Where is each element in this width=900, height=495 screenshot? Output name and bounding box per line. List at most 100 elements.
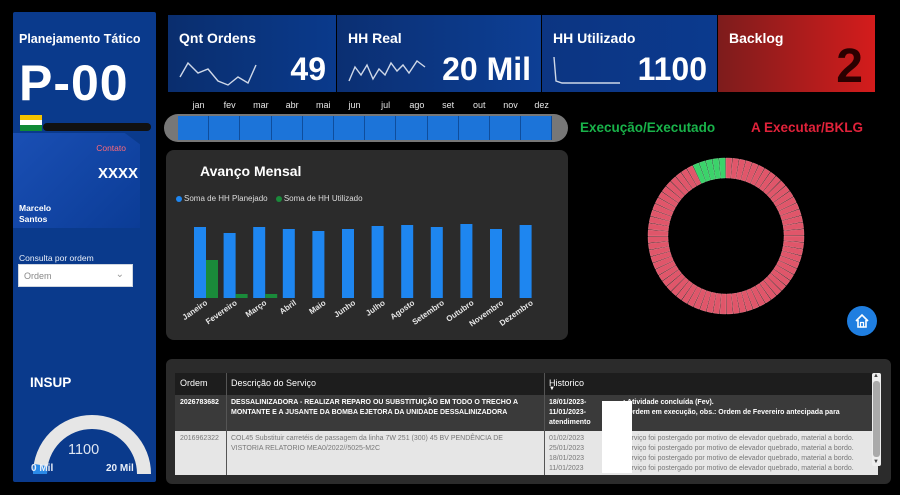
table-scrollbar[interactable]: ▲ ▼ <box>872 373 881 466</box>
month-cell-dez[interactable] <box>521 116 553 140</box>
sparkline-icon <box>348 59 426 82</box>
x-tick-label: Maio <box>307 298 327 316</box>
donut-segment-backlog <box>719 293 727 315</box>
bar-used <box>265 294 278 298</box>
logo-strip <box>43 123 151 131</box>
bar-planned <box>342 229 354 298</box>
gauge-value: 1100 <box>68 442 100 458</box>
contact-value: XXXX <box>97 165 138 182</box>
kpi-orders-card: Qnt Ordens 49 <box>168 15 336 92</box>
insup-label: INSUP <box>30 375 72 390</box>
query-label: Consulta por ordem <box>19 253 94 263</box>
contact-last-name: Santos <box>19 214 48 224</box>
month-cell-mar[interactable] <box>240 116 272 140</box>
bar-used <box>206 260 218 298</box>
month-cell-jun[interactable] <box>334 116 366 140</box>
month-cell-set[interactable] <box>427 116 459 140</box>
month-label-nov: nov <box>503 100 518 110</box>
flag-icon <box>20 115 42 131</box>
donut-segment-backlog <box>783 235 805 243</box>
month-cell-mai[interactable] <box>302 116 334 140</box>
x-tick-label: Junho <box>332 298 357 319</box>
donut-segment-backlog <box>647 229 669 237</box>
month-label-jun: jun <box>348 100 361 110</box>
table-row[interactable]: 2016962322 COL45 Substituir carretéis de… <box>175 431 878 475</box>
cell-descricao-l2: VISTORIA RELATORIO MEA0/2022//5025-M2C <box>231 445 381 452</box>
month-label-mar: mar <box>253 100 269 110</box>
month-cell-ago[interactable] <box>396 116 428 140</box>
x-tick-label: Setembro <box>411 298 446 327</box>
cell-hist-date: 11/01/2023- <box>549 409 586 416</box>
kpi-hh-real-value: 20 Mil <box>442 51 531 87</box>
col-header-ordem[interactable]: Ordem <box>180 378 208 388</box>
cell-hist-date: 01/02/2023 <box>549 435 585 442</box>
kpi-orders-title: Qnt Ordens <box>179 30 257 46</box>
month-label-out: out <box>473 100 486 110</box>
kpi-hh-used-title: HH Utilizado <box>553 30 636 46</box>
scroll-thumb[interactable] <box>873 381 880 457</box>
x-tick-label: Julho <box>364 298 387 318</box>
bar-planned <box>460 224 473 298</box>
cell-hist-text: Serviço foi postergado por motivo de ele… <box>623 465 854 472</box>
monthly-progress-chart: Avanço Mensal Soma de HH Planejado Soma … <box>166 150 568 340</box>
x-tick-label: Fevereiro <box>204 298 239 326</box>
cell-hist-text: Serviço foi postergado por motivo de ele… <box>623 435 854 442</box>
month-label-jul: jul <box>381 100 391 110</box>
month-cell-jul[interactable] <box>365 116 397 140</box>
bar-planned <box>282 229 295 298</box>
x-tick-label: Março <box>244 298 269 319</box>
table-row[interactable]: 2026783682 DESSALINIZADORA - REALIZAR RE… <box>175 395 878 431</box>
donut-label-backlog: A Executar/BKLG <box>751 120 864 135</box>
execution-donut <box>647 157 805 315</box>
month-cell-jan[interactable] <box>178 116 210 140</box>
kpi-orders-value: 49 <box>290 51 326 87</box>
column-divider <box>544 373 545 475</box>
donut-segment-backlog <box>725 157 733 179</box>
cell-hist-date: 18/01/2023 <box>549 455 585 462</box>
bar-planned <box>430 227 443 298</box>
kpi-hh-real-card: HH Real 20 Mil <box>337 15 541 92</box>
x-tick-label: Dezembro <box>498 298 535 328</box>
month-cell-fev[interactable] <box>209 116 241 140</box>
order-query-select[interactable]: Ordem ⌄ <box>18 264 133 287</box>
bar-planned <box>194 227 206 298</box>
contact-card: Contato XXXX Marcelo Santos <box>13 133 140 228</box>
donut-label-executed: Execução/Executado <box>580 120 716 135</box>
cell-hist-text: Serviço foi postergado por motivo de ele… <box>623 445 854 452</box>
contact-first-name: Marcelo <box>19 203 52 213</box>
bar-planned <box>401 225 414 298</box>
cell-hist-date: 11/01/2023 <box>549 465 584 472</box>
kpi-hh-real-title: HH Real <box>348 30 402 46</box>
month-slicer[interactable] <box>164 114 568 142</box>
bar-planned <box>253 227 266 298</box>
orders-table: Ordem Descrição do Serviço Historico ▼ 2… <box>175 373 878 475</box>
cell-hist-text: : Atividade concluída (Fev). <box>623 399 714 406</box>
gauge-max-label: 20 Mil <box>106 463 134 474</box>
kpi-backlog-card: Backlog 2 <box>718 15 875 92</box>
scroll-down-icon[interactable]: ▼ <box>873 459 879 465</box>
order-query-placeholder: Ordem <box>24 271 52 281</box>
month-label-mai: mai <box>316 100 331 110</box>
month-label-jan: jan <box>192 100 205 110</box>
home-button[interactable] <box>847 306 877 336</box>
gauge-min-label: 0 Mil <box>31 463 54 474</box>
month-cell-out[interactable] <box>458 116 490 140</box>
platform-code: P-00 <box>19 55 129 111</box>
sort-desc-icon: ▼ <box>549 386 555 392</box>
contact-label: Contato <box>96 143 126 153</box>
month-label-set: set <box>442 100 455 110</box>
month-cell-nov[interactable] <box>490 116 522 140</box>
bar-planned <box>371 226 384 298</box>
month-label-ago: ago <box>409 100 425 110</box>
home-icon <box>855 313 869 328</box>
month-label-fev: fev <box>223 100 236 110</box>
kpi-backlog-value: 2 <box>836 40 863 92</box>
cell-hist-text: Serviço foi postergado por motivo de ele… <box>623 455 854 462</box>
sparkline-icon <box>179 61 257 86</box>
bar-planned <box>223 233 236 298</box>
col-header-descricao[interactable]: Descrição do Serviço <box>231 378 316 388</box>
scroll-up-icon[interactable]: ▲ <box>873 373 879 379</box>
month-cell-abr[interactable] <box>271 116 303 140</box>
contact-name: Marcelo Santos <box>19 203 51 225</box>
kpi-hh-used-value: 1100 <box>637 51 707 87</box>
